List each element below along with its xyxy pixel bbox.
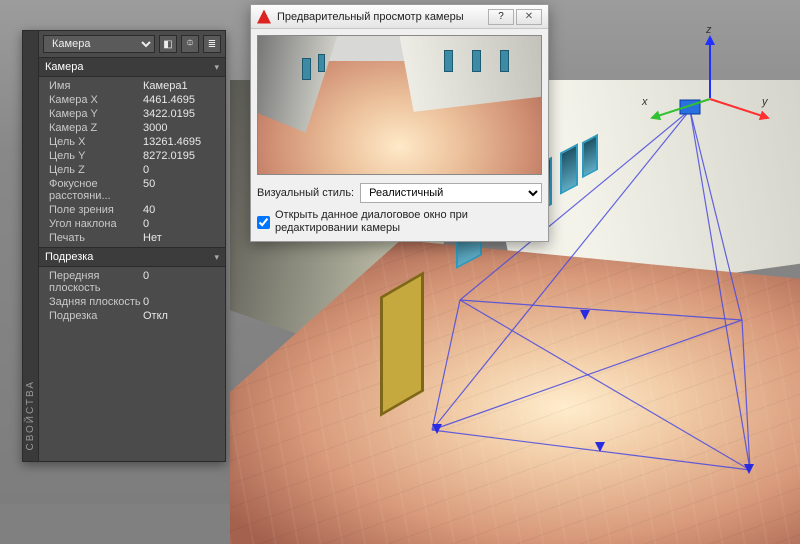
dialog-titlebar[interactable]: Предварительный просмотр камеры ? ✕ — [251, 5, 548, 29]
property-row[interactable]: ПечатьНет — [39, 231, 225, 245]
chevron-down-icon: ▾ — [214, 62, 219, 73]
property-value[interactable]: 40 — [143, 204, 225, 216]
select-objects-icon[interactable]: ⯐ — [181, 35, 199, 53]
properties-tab-label: СВОЙСТВА — [25, 380, 36, 451]
property-value[interactable]: Камера1 — [143, 80, 225, 92]
property-key: Угол наклона — [39, 218, 143, 230]
open-on-edit-checkbox[interactable] — [257, 216, 270, 229]
property-value[interactable]: 0 — [143, 296, 225, 308]
dialog-title: Предварительный просмотр камеры — [277, 11, 486, 23]
property-value[interactable]: 13261.4695 — [143, 136, 225, 148]
property-row[interactable]: Угол наклона0 — [39, 217, 225, 231]
axis-y-label: y — [762, 96, 768, 108]
autocad-logo-icon — [257, 10, 271, 24]
property-row[interactable]: Задняя плоскость0 — [39, 295, 225, 309]
property-row[interactable]: Камера Y3422.0195 — [39, 107, 225, 121]
property-key: Цель Z — [39, 164, 143, 176]
chevron-down-icon: ▾ — [214, 252, 219, 263]
property-key: Фокусное расстояни... — [39, 178, 143, 202]
property-value[interactable]: 3000 — [143, 122, 225, 134]
section-clipping-header[interactable]: Подрезка ▾ — [39, 247, 225, 267]
camera-preview-viewport[interactable] — [257, 35, 542, 175]
property-row[interactable]: Камера Z3000 — [39, 121, 225, 135]
property-value[interactable]: 0 — [143, 164, 225, 176]
toggle-pim-icon[interactable]: ≣ — [203, 35, 221, 53]
property-value[interactable]: 50 — [143, 178, 225, 202]
property-value[interactable]: 3422.0195 — [143, 108, 225, 120]
property-key: Камера Z — [39, 122, 143, 134]
property-row[interactable]: Цель X13261.4695 — [39, 135, 225, 149]
door — [380, 271, 424, 416]
section-camera-title: Камера — [45, 61, 83, 73]
section-camera-rows: ИмяКамера1Камера X4461.4695Камера Y3422.… — [39, 77, 225, 247]
axis-z-label: z — [706, 24, 712, 36]
open-on-edit-label: Открыть данное диалоговое окно при редак… — [275, 209, 542, 235]
property-key: Подрезка — [39, 310, 143, 322]
property-key: Имя — [39, 80, 143, 92]
visual-style-select[interactable]: Реалистичный — [360, 183, 542, 203]
help-button[interactable]: ? — [488, 9, 514, 25]
property-key: Передняя плоскость — [39, 270, 143, 294]
property-key: Камера Y — [39, 108, 143, 120]
object-type-select[interactable]: Камера — [43, 35, 155, 53]
property-key: Печать — [39, 232, 143, 244]
property-row[interactable]: Камера X4461.4695 — [39, 93, 225, 107]
property-row[interactable]: Поле зрения40 — [39, 203, 225, 217]
property-key: Поле зрения — [39, 204, 143, 216]
section-camera-header[interactable]: Камера ▾ — [39, 57, 225, 77]
view-cube[interactable]: z y x — [650, 18, 770, 138]
property-value[interactable]: 0 — [143, 270, 225, 294]
camera-preview-dialog[interactable]: Предварительный просмотр камеры ? ✕ Визу… — [250, 4, 549, 242]
property-key: Цель X — [39, 136, 143, 148]
property-value[interactable]: 4461.4695 — [143, 94, 225, 106]
property-key: Задняя плоскость — [39, 296, 143, 308]
section-clipping-title: Подрезка — [45, 251, 93, 263]
visual-style-label: Визуальный стиль: — [257, 187, 354, 199]
property-row[interactable]: Передняя плоскость0 — [39, 269, 225, 295]
property-row[interactable]: ПодрезкаОткл — [39, 309, 225, 323]
property-value[interactable]: 8272.0195 — [143, 150, 225, 162]
property-row[interactable]: Цель Z0 — [39, 163, 225, 177]
section-clipping-rows: Передняя плоскость0Задняя плоскость0Подр… — [39, 267, 225, 325]
property-value[interactable]: Откл — [143, 310, 225, 322]
properties-tab[interactable]: СВОЙСТВА — [23, 31, 39, 461]
properties-header: Камера ◧ ⯐ ≣ — [39, 31, 225, 57]
quick-select-icon[interactable]: ◧ — [159, 35, 177, 53]
property-key: Камера X — [39, 94, 143, 106]
property-key: Цель Y — [39, 150, 143, 162]
properties-panel[interactable]: СВОЙСТВА Камера ◧ ⯐ ≣ Камера ▾ ИмяКамера… — [22, 30, 226, 462]
property-value[interactable]: 0 — [143, 218, 225, 230]
property-row[interactable]: ИмяКамера1 — [39, 79, 225, 93]
property-value[interactable]: Нет — [143, 232, 225, 244]
close-button[interactable]: ✕ — [516, 9, 542, 25]
axis-x-label: x — [642, 96, 648, 108]
property-row[interactable]: Цель Y8272.0195 — [39, 149, 225, 163]
property-row[interactable]: Фокусное расстояни...50 — [39, 177, 225, 203]
